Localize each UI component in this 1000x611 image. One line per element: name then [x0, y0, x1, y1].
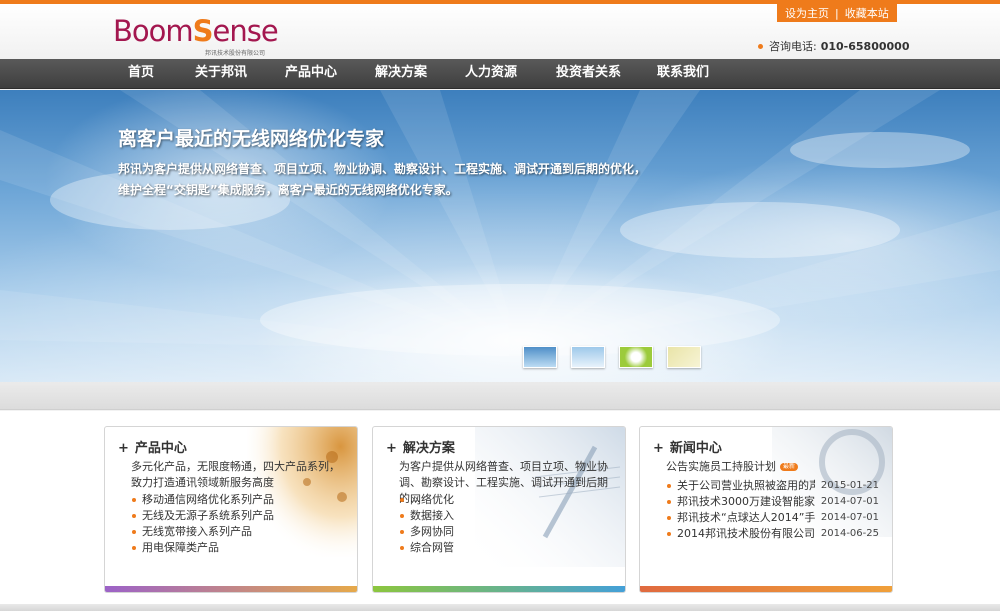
- bullet-icon: [400, 498, 404, 502]
- list-item[interactable]: 无线宽带接入系列产品: [132, 524, 274, 540]
- set-homepage-link[interactable]: 设为主页: [785, 5, 829, 21]
- list-item[interactable]: 用电保障类产品: [132, 540, 274, 556]
- solutions-list: 网络优化 数据接入 多网协同 综合网管: [400, 492, 454, 556]
- nav-item-contact[interactable]: 联系我们: [657, 59, 709, 89]
- slide-thumb-2[interactable]: [571, 346, 605, 368]
- bullet-icon: [667, 516, 671, 520]
- bookmark-link[interactable]: 收藏本站: [845, 5, 889, 21]
- news-feature[interactable]: 公告实施员工持股计划 最新: [666, 459, 799, 475]
- nav-item-investors[interactable]: 投资者关系: [556, 59, 621, 89]
- bullet-icon: [758, 43, 763, 49]
- bullet-icon: [400, 514, 404, 518]
- list-item[interactable]: 网络优化: [400, 492, 454, 508]
- products-color-bar: [105, 586, 357, 592]
- logo-company-name: 邦讯技术股份有限公司: [205, 50, 266, 57]
- plus-icon: +: [653, 441, 664, 456]
- solutions-color-bar: [373, 586, 625, 592]
- banner-text-line-2: 维护全程“交钥匙”集成服务，离客户最近的无线网络优化专家。: [118, 183, 458, 197]
- bullet-icon: [132, 546, 136, 550]
- bullet-icon: [400, 530, 404, 534]
- plus-icon: +: [386, 441, 397, 456]
- news-feature-title: 公告实施员工持股计划: [666, 460, 776, 473]
- footer-strip: [0, 604, 1000, 611]
- hotline-label: 咨询电话:: [769, 40, 817, 53]
- list-item[interactable]: 多网协同: [400, 524, 454, 540]
- news-date: 2014-07-01: [820, 496, 879, 507]
- nav-item-hr[interactable]: 人力资源: [465, 59, 517, 89]
- nav-item-home[interactable]: 首页: [128, 59, 154, 89]
- slide-thumb-4[interactable]: [667, 346, 701, 368]
- logo[interactable]: BoomSense 邦讯技术股份有限公司: [113, 14, 279, 57]
- bullet-icon: [667, 484, 671, 488]
- nav-item-products[interactable]: 产品中心: [285, 59, 337, 89]
- list-item[interactable]: 移动通信网络优化系列产品: [132, 492, 274, 508]
- products-panel: + 产品中心 多元化产品，无限度畅通，四大产品系列，致力打造通讯领域新服务高度 移…: [104, 426, 358, 593]
- bullet-icon: [400, 546, 404, 550]
- news-date: 2015-01-21: [820, 480, 879, 491]
- header: BoomSense 邦讯技术股份有限公司 设为主页 | 收藏本站 咨询电话: 0…: [0, 4, 1000, 59]
- banner-bottom-strip: [0, 382, 1000, 410]
- nav-item-about[interactable]: 关于邦讯: [195, 59, 247, 89]
- slide-thumb-1[interactable]: [523, 346, 557, 368]
- news-item[interactable]: 邦讯技术“点球达人2014”手游 2014-07-01: [667, 510, 879, 526]
- main-nav: 首页 关于邦讯 产品中心 解决方案 人力资源 投资者关系 联系我们: [0, 59, 1000, 89]
- banner-title: 离客户最近的无线网络优化专家: [118, 128, 385, 150]
- news-item[interactable]: 2014邦讯技术股份有限公司 2014-06-25: [667, 526, 879, 542]
- products-title: + 产品中心: [118, 441, 187, 456]
- top-links-separator: |: [835, 6, 839, 20]
- nav-item-solutions[interactable]: 解决方案: [375, 59, 427, 89]
- bullet-icon: [132, 514, 136, 518]
- news-list: 关于公司营业执照被盗用的声 2015-01-21 邦讯技术3000万建设智能家 20…: [667, 478, 879, 542]
- new-badge: 最新: [780, 463, 799, 471]
- top-links: 设为主页 | 收藏本站: [777, 4, 897, 22]
- hero-banner: 离客户最近的无线网络优化专家 邦讯为客户提供从网络普查、项目立项、物业协调、勘察…: [0, 90, 1000, 382]
- solutions-panel: + 解决方案 为客户提供从网络普查、项目立项、物业协调、勘察设计、工程实施、调试开…: [372, 426, 626, 593]
- hotline-number: 010-65800000: [820, 39, 910, 53]
- plus-icon: +: [118, 441, 129, 456]
- news-panel: + 新闻中心 公告实施员工持股计划 最新 关于公司营业执照被盗用的声 2015-01…: [639, 426, 893, 593]
- news-color-bar: [640, 586, 892, 592]
- hotline: 咨询电话: 010-65800000: [758, 38, 909, 54]
- news-title: + 新闻中心: [653, 441, 722, 456]
- news-item[interactable]: 邦讯技术3000万建设智能家 2014-07-01: [667, 494, 879, 510]
- bullet-icon: [132, 498, 136, 502]
- list-item[interactable]: 综合网管: [400, 540, 454, 556]
- products-intro: 多元化产品，无限度畅通，四大产品系列，致力打造通讯领域新服务高度: [131, 460, 340, 489]
- news-item[interactable]: 关于公司营业执照被盗用的声 2015-01-21: [667, 478, 879, 494]
- news-date: 2014-06-25: [820, 528, 879, 539]
- list-item[interactable]: 数据接入: [400, 508, 454, 524]
- news-date: 2014-07-01: [820, 512, 879, 523]
- solutions-title: + 解决方案: [386, 441, 455, 456]
- bullet-icon: [667, 532, 671, 536]
- slide-thumb-3[interactable]: [619, 346, 653, 368]
- products-list: 移动通信网络优化系列产品 无线及无源子系统系列产品 无线宽带接入系列产品 用电保…: [132, 492, 274, 556]
- bullet-icon: [667, 500, 671, 504]
- bullet-icon: [132, 530, 136, 534]
- banner-text-line-1: 邦讯为客户提供从网络普查、项目立项、物业协调、勘察设计、工程实施、调试开通到后期…: [118, 162, 647, 176]
- list-item[interactable]: 无线及无源子系统系列产品: [132, 508, 274, 524]
- logo-wordmark: BoomSense: [113, 14, 279, 48]
